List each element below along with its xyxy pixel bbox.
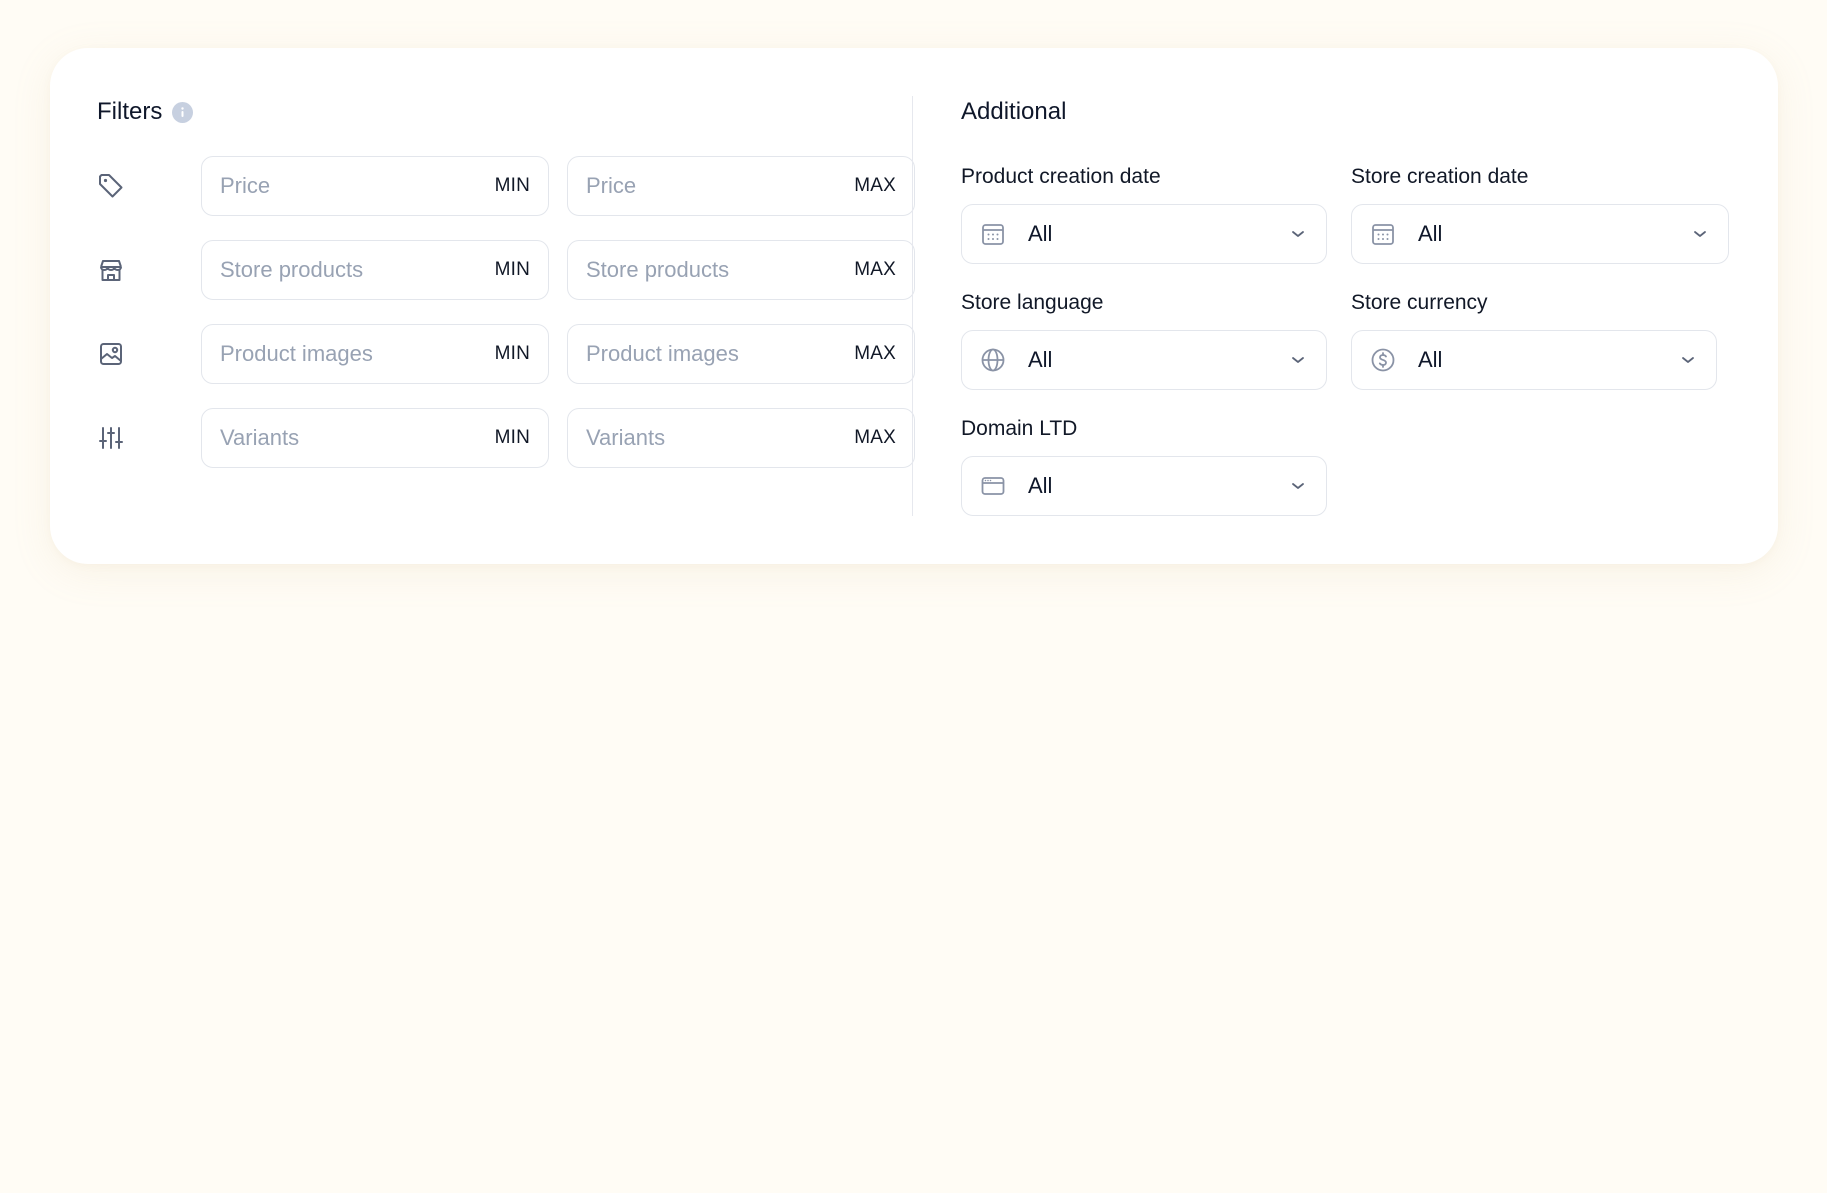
additional-title: Additional [961,98,1067,125]
tag-icon [97,172,125,200]
store-products-min-input[interactable]: MIN [201,240,549,300]
browser-window-icon [980,473,1006,499]
select-value: All [1028,473,1053,498]
store-language-select[interactable]: All [961,330,1327,390]
product-images-max-field[interactable] [586,341,855,367]
select-value: All [1418,221,1443,246]
variants-min-input[interactable]: MIN [201,408,549,468]
store-language-label: Store language [961,291,1104,314]
variants-filter-row: MIN MAX [97,408,915,468]
price-filter-row: MIN MAX [97,156,915,216]
select-value: All [1418,347,1443,372]
select-value: All [1028,221,1053,246]
chevron-down-icon [1288,224,1308,244]
min-suffix: MIN [494,427,530,448]
store-currency-select[interactable]: All [1351,330,1717,390]
select-value: All [1028,347,1053,372]
min-suffix: MIN [494,259,530,280]
price-max-input[interactable]: MAX [567,156,915,216]
product-images-max-input[interactable]: MAX [567,324,915,384]
store-products-max-field[interactable] [586,257,855,283]
calendar-icon [980,221,1006,247]
globe-icon [980,347,1006,373]
domain-ltd-select[interactable]: All [961,456,1327,516]
dollar-circle-icon [1370,347,1396,373]
chevron-down-icon [1288,476,1308,496]
store-icon [97,256,125,284]
store-products-min-field[interactable] [220,257,495,283]
store-currency-label: Store currency [1351,291,1488,314]
price-max-field[interactable] [586,173,855,199]
product-images-min-input[interactable]: MIN [201,324,549,384]
min-suffix: MIN [494,343,530,364]
calendar-icon [1370,221,1396,247]
info-icon[interactable] [172,101,194,123]
chevron-down-icon [1288,350,1308,370]
product-images-min-field[interactable] [220,341,495,367]
max-suffix: MAX [854,343,896,364]
chevron-down-icon [1690,224,1710,244]
image-icon [97,340,125,368]
store-creation-date-select[interactable]: All [1351,204,1729,264]
min-suffix: MIN [494,175,530,196]
variants-min-field[interactable] [220,425,495,451]
chevron-down-icon [1678,350,1698,370]
sliders-icon [97,424,125,452]
filters-title: Filters [97,98,163,125]
product-creation-date-label: Product creation date [961,165,1161,188]
max-suffix: MAX [854,427,896,448]
max-suffix: MAX [854,175,896,196]
price-min-input[interactable]: MIN [201,156,549,216]
store-products-filter-row: MIN MAX [97,240,915,300]
store-creation-date-label: Store creation date [1351,165,1529,188]
max-suffix: MAX [854,259,896,280]
filters-card: Filters MIN MAX MIN [50,48,1778,564]
price-min-field[interactable] [220,173,495,199]
store-products-max-input[interactable]: MAX [567,240,915,300]
filters-header: Filters [97,97,194,127]
variants-max-field[interactable] [586,425,855,451]
product-creation-date-select[interactable]: All [961,204,1327,264]
variants-max-input[interactable]: MAX [567,408,915,468]
section-divider [912,96,913,516]
domain-ltd-label: Domain LTD [961,417,1078,440]
product-images-filter-row: MIN MAX [97,324,915,384]
